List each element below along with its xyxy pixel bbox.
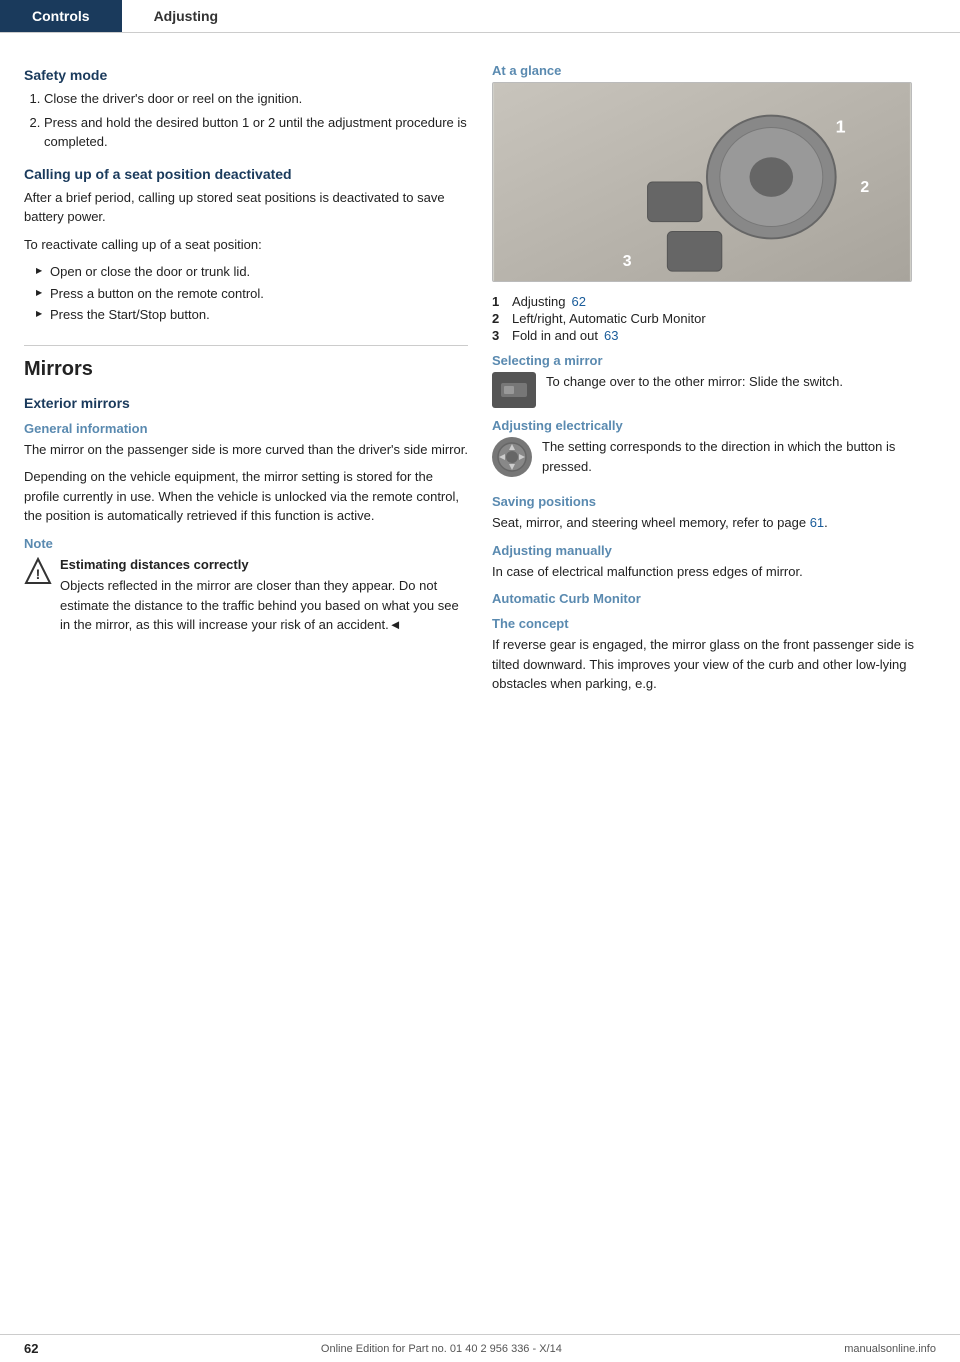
calling-up-title: Calling up of a seat position deactivate… <box>24 166 468 182</box>
safety-step-2: Press and hold the desired button 1 or 2… <box>44 113 468 152</box>
page-content: Safety mode Close the driver's door or r… <box>0 33 960 762</box>
safety-steps-list: Close the driver's door or reel on the i… <box>24 89 468 152</box>
note-text: Estimating distances correctly Objects r… <box>60 555 468 635</box>
mirror-select-icon <box>492 372 536 408</box>
adjusting-electrically-title: Adjusting electrically <box>492 418 936 433</box>
at-a-glance-title: At a glance <box>492 63 936 78</box>
image-label-3: 3 Fold in and out 63 <box>492 328 936 343</box>
note-content: ! Estimating distances correctly Objects… <box>24 555 468 635</box>
general-info-title: General information <box>24 421 468 436</box>
label-num-1: 1 <box>492 294 506 309</box>
bullet-2: Press a button on the remote control. <box>36 284 468 304</box>
selecting-mirror-row: To change over to the other mirror: Slid… <box>492 372 936 408</box>
saving-positions-text: Seat, mirror, and steering wheel memory,… <box>492 513 936 533</box>
label-link-1[interactable]: 62 <box>571 294 585 309</box>
auto-curb-title: Automatic Curb Monitor <box>492 591 936 606</box>
calling-up-p2: To reactivate calling up of a seat posit… <box>24 235 468 255</box>
adjusting-manually-title: Adjusting manually <box>492 543 936 558</box>
adjusting-electrically-text: The setting corresponds to the direction… <box>542 437 936 476</box>
adjusting-electrically-row: The setting corresponds to the direction… <box>492 437 936 484</box>
exterior-mirrors-title: Exterior mirrors <box>24 395 468 411</box>
page-footer: 62 Online Edition for Part no. 01 40 2 9… <box>0 1334 960 1362</box>
saving-positions-link[interactable]: 61 <box>810 515 824 530</box>
the-concept-title: The concept <box>492 616 936 631</box>
the-concept-text: If reverse gear is engaged, the mirror g… <box>492 635 936 694</box>
safety-mode-title: Safety mode <box>24 67 468 83</box>
image-label-2: 2 Left/right, Automatic Curb Monitor <box>492 311 936 326</box>
image-labels: 1 Adjusting 62 2 Left/right, Automatic C… <box>492 294 936 343</box>
svg-text:1: 1 <box>836 117 846 137</box>
bullet-1: Open or close the door or trunk lid. <box>36 262 468 282</box>
footer-text: Online Edition for Part no. 01 40 2 956 … <box>321 1343 562 1355</box>
safety-step-1: Close the driver's door or reel on the i… <box>44 89 468 109</box>
mirror-controls-svg: 1 2 3 <box>493 83 911 281</box>
adjusting-manually-text: In case of electrical malfunction press … <box>492 562 936 582</box>
svg-text:2: 2 <box>860 179 869 196</box>
general-info-p2: Depending on the vehicle equipment, the … <box>24 467 468 526</box>
label-text-3: Fold in and out <box>512 328 598 343</box>
general-info-p1: The mirror on the passenger side is more… <box>24 440 468 460</box>
selecting-mirror-text: To change over to the other mirror: Slid… <box>546 372 843 392</box>
label-text-1: Adjusting <box>512 294 565 309</box>
label-num-3: 3 <box>492 328 506 343</box>
note-label: Note <box>24 536 468 551</box>
mirrors-title: Mirrors <box>24 345 468 381</box>
label-text-2: Left/right, Automatic Curb Monitor <box>512 311 706 326</box>
saving-positions-title: Saving positions <box>492 494 936 509</box>
note-section: Note ! Estimating distances correctly Ob… <box>24 536 468 635</box>
mirror-controls-image: 1 2 3 <box>492 82 912 282</box>
page-number: 62 <box>24 1341 38 1356</box>
footer-site: manualsonline.info <box>844 1343 936 1355</box>
label-link-3[interactable]: 63 <box>604 328 618 343</box>
svg-text:3: 3 <box>623 253 632 270</box>
image-label-1: 1 Adjusting 62 <box>492 294 936 309</box>
tab-adjusting[interactable]: Adjusting <box>122 0 251 32</box>
warning-icon: ! <box>24 557 52 585</box>
svg-text:!: ! <box>36 566 41 582</box>
note-body: Objects reflected in the mirror are clos… <box>60 578 459 632</box>
left-column: Safety mode Close the driver's door or r… <box>24 53 468 702</box>
calling-up-p1: After a brief period, calling up stored … <box>24 188 468 227</box>
bullet-3: Press the Start/Stop button. <box>36 305 468 325</box>
header-tabs: Controls Adjusting <box>0 0 960 33</box>
calling-up-bullets: Open or close the door or trunk lid. Pre… <box>24 262 468 325</box>
label-num-2: 2 <box>492 311 506 326</box>
note-heading: Estimating distances correctly <box>60 555 468 575</box>
right-column: At a glance 1 <box>492 53 936 702</box>
mirror-adjust-icon <box>492 437 532 477</box>
tab-controls[interactable]: Controls <box>0 0 122 32</box>
selecting-mirror-title: Selecting a mirror <box>492 353 936 368</box>
